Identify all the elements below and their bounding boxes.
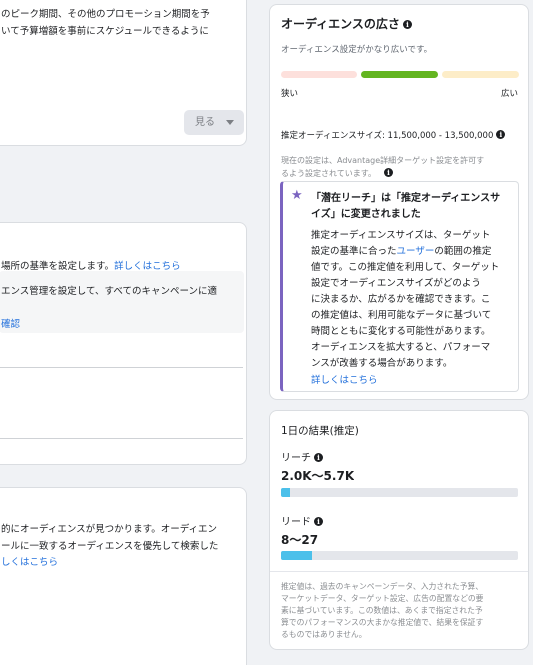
caret-down-icon (226, 120, 234, 125)
info-icon[interactable]: i (383, 168, 393, 177)
notice-body-line: の推定値は、利用可能なデータに基づいて (311, 310, 492, 321)
leads-bar-fill (281, 551, 312, 560)
view-button-label: 見る (195, 117, 215, 128)
info-icon[interactable]: i (496, 130, 506, 139)
notice-title-line2: イズ」に変更されました (311, 209, 421, 220)
notice-body-line: 推定オーディエンスサイズは、ターゲット (311, 230, 491, 241)
check-link[interactable]: 確認 (1, 316, 20, 330)
star-icon: ★ (291, 188, 303, 203)
notice-body-line: 設定でオーディエンスサイズがどのよう (311, 278, 481, 289)
advantage-description-line2: ールに一致するオーディエンスを優先して検索した (1, 541, 219, 552)
audience-status: オーディエンス設定がかなり広いです。 (281, 45, 433, 55)
notice-body-line: オーディエンスを拡大すると、パフォーマ (311, 342, 491, 353)
divider (0, 438, 243, 439)
notice-body-line: ンスが改善する場合があります。 (311, 358, 453, 369)
notice-body-line: に決まるか、広がるかを確認できます。こ (311, 294, 491, 305)
disclaimer-line: 推定値は、過去のキャンペーンデータ、入力された予算、 (281, 582, 484, 591)
leads-value: 8〜27 (281, 533, 319, 547)
advantage-description-line1: 的にオーディエンスが見つかります。オーディエン (1, 524, 218, 535)
notice-body-line: 時間とともに変化する可能性があります。 (311, 326, 491, 337)
audience-controls-box: エンス管理を設定して、すべてのキャンペーンに適 確認 (0, 271, 244, 333)
schedule-description-line2: いて予算増額を事前にスケジュールできるように (1, 26, 209, 37)
info-icon[interactable]: i (402, 20, 412, 29)
reach-bar (281, 488, 518, 497)
reach-value: 2.0K〜5.7K (281, 469, 355, 483)
daily-results-card: 1日の結果(推定) リーチ i 2.0K〜5.7K リード i 8〜27 推定値は、… (269, 410, 529, 650)
advantage-note-line1: 現在の設定は、Advantage詳細ターゲット設定を許可す (281, 156, 485, 165)
estimated-audience-size: 推定オーディエンスサイズ: 11,500,000 - 13,500,000 i (281, 129, 506, 141)
audience-controls-box-text: エンス管理を設定して、すべてのキャンペーンに適 (1, 286, 218, 297)
audience-definition-title: オーディエンスの広さ i (281, 15, 412, 32)
gauge-narrow-segment (281, 71, 357, 78)
leads-label: リード i (281, 513, 323, 528)
reach-bar-fill (281, 488, 291, 497)
learn-more-link[interactable]: 詳しくはこちら (311, 372, 378, 386)
notice-body-line: 設定の基準に合ったユーザーの範囲の推定 (311, 246, 492, 257)
broad-label: 広い (500, 89, 518, 99)
audience-definition-card: オーディエンスの広さ i オーディエンス設定がかなり広いです。 狭い 広い 推定オ… (269, 4, 529, 400)
disclaimer-line: るものではありません。 (281, 630, 367, 639)
disclaimer-line: マーケットデータ、ターゲット設定、広告の配置などの要 (281, 594, 484, 603)
notice-title-line1: 「潜在リーチ」は「推定オーディエンスサ (311, 193, 501, 204)
advantage-note-line2: るよう設定されています。 i (281, 168, 393, 179)
gauge-broad-segment (442, 71, 519, 78)
reach-label: リーチ i (281, 449, 323, 464)
audience-controls-description: 場所の基準を設定します。詳しくはこちら (1, 261, 181, 272)
leads-bar (281, 551, 518, 560)
disclaimer-line: 素に基づいています。この数値は、あくまで指定された予 (281, 606, 483, 615)
view-button[interactable]: 見る (184, 110, 244, 135)
info-icon[interactable]: i (314, 517, 323, 526)
user-link[interactable]: ユーザー (397, 246, 435, 257)
schedule-description-line1: のピーク期間、その他のプロモーション期間を予 (1, 9, 210, 20)
learn-more-link[interactable]: しくはこちら (1, 554, 58, 568)
narrow-label: 狭い (281, 89, 299, 99)
divider (270, 571, 528, 572)
divider (0, 367, 243, 368)
daily-results-title: 1日の結果(推定) (281, 425, 359, 437)
gauge-middle-segment (361, 71, 438, 78)
advantage-audience-card: 的にオーディエンスが見つかります。オーディエン ールに一致するオーディエンスを優… (0, 487, 247, 665)
notice-body-line: 値です。この推定値を利用して、ターゲット (311, 262, 500, 273)
audience-controls-card: 場所の基準を設定します。詳しくはこちら エンス管理を設定して、すべてのキャンペー… (0, 222, 247, 465)
disclaimer-line: 算でのパフォーマンスの大まかな推定値で、結果を保証す (281, 618, 484, 627)
info-icon[interactable]: i (314, 453, 323, 462)
potential-reach-notice: ★ 「潜在リーチ」は「推定オーディエンスサ イズ」に変更されました 推定オーディ… (280, 181, 519, 392)
